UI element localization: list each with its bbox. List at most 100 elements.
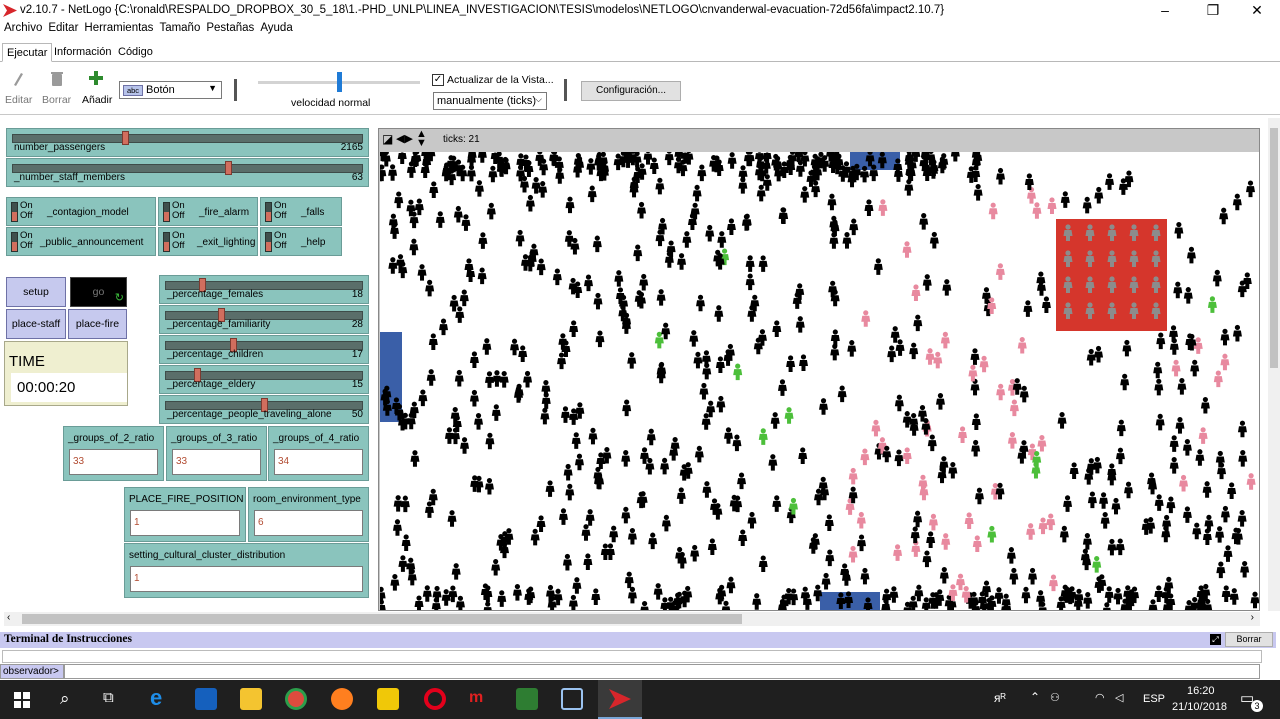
- input-field[interactable]: 6: [254, 510, 363, 536]
- tab-codigo[interactable]: Código: [114, 43, 157, 62]
- widget-type-select[interactable]: abc Botón ▼: [119, 81, 222, 99]
- command-input[interactable]: [64, 664, 1260, 679]
- agent-person: [919, 213, 929, 230]
- edge-icon[interactable]: e: [150, 687, 172, 710]
- agent-person: [491, 558, 501, 576]
- app-icon[interactable]: [377, 688, 399, 710]
- wifi-icon[interactable]: ◠: [1095, 691, 1105, 704]
- menu-tamano[interactable]: Tamaño: [159, 22, 200, 34]
- settings-button[interactable]: Configuración...: [581, 81, 681, 101]
- agent-person: [426, 369, 436, 386]
- agent-person: [483, 601, 492, 610]
- add-button[interactable]: Añadir: [82, 94, 112, 106]
- place-fire-button[interactable]: place-fire: [68, 309, 127, 339]
- place-staff-button[interactable]: place-staff: [6, 309, 66, 339]
- chrome-icon[interactable]: [285, 688, 307, 710]
- minimize-button[interactable]: –: [1142, 0, 1188, 22]
- switch-help[interactable]: On Off _help: [260, 227, 342, 256]
- slider-percentage-familiarity[interactable]: _percentage_familiarity 28: [159, 305, 369, 334]
- menu-archivo[interactable]: Archivo: [4, 22, 42, 34]
- arrows-vertical-icon[interactable]: ▲ ▼: [416, 129, 427, 149]
- task-view-icon[interactable]: ⧉: [103, 689, 114, 706]
- update-mode-select[interactable]: manualmente (ticks) ⌵: [433, 92, 547, 110]
- people-icon[interactable]: ᴙᴿ: [994, 691, 1006, 705]
- arrows-horizontal-icon[interactable]: ◀▶: [396, 132, 413, 145]
- agent-person: [690, 544, 700, 562]
- language-indicator[interactable]: ESP: [1143, 693, 1165, 705]
- close-button[interactable]: ✕: [1234, 0, 1280, 22]
- agent-person: [926, 531, 936, 548]
- slider-number-passengers[interactable]: number_passengers 2165: [6, 128, 369, 157]
- expand-icon[interactable]: ⤢: [1210, 634, 1221, 645]
- resize-icon[interactable]: ◪: [382, 132, 393, 146]
- agent-person: [439, 318, 449, 336]
- update-view-checkbox[interactable]: ✓: [432, 74, 444, 86]
- search-icon[interactable]: ⌕: [60, 689, 70, 709]
- world-canvas[interactable]: [380, 152, 1259, 610]
- menu-editar[interactable]: Editar: [48, 22, 78, 34]
- app-cube-icon[interactable]: [561, 688, 583, 710]
- scrollbar-thumb[interactable]: [22, 614, 742, 624]
- maximize-button[interactable]: ❐: [1190, 0, 1236, 22]
- agent-person: [1087, 491, 1097, 509]
- world-view[interactable]: ◪ ◀▶ ▲ ▼ ticks: 21: [378, 128, 1260, 611]
- input-field[interactable]: 33: [69, 449, 158, 475]
- menu-pestanas[interactable]: Pestañas: [206, 22, 254, 34]
- input-field[interactable]: 33: [172, 449, 261, 475]
- opera-icon[interactable]: [424, 688, 446, 710]
- switch-contagion-model[interactable]: On Off _contagion_model: [6, 197, 156, 226]
- slider-percentage-eldery[interactable]: _percentage_eldery 15: [159, 365, 369, 394]
- speed-slider-knob[interactable]: [337, 72, 342, 92]
- network-icon[interactable]: ⚇: [1050, 691, 1060, 704]
- agent-person: [1060, 191, 1070, 208]
- volume-icon[interactable]: ◁: [1115, 691, 1123, 704]
- agent-person: [380, 599, 386, 610]
- agent-person: [622, 399, 632, 417]
- agent-person: [970, 348, 980, 365]
- switch-fire-alarm[interactable]: On Off _fire_alarm: [158, 197, 258, 226]
- agent-person: [1124, 481, 1134, 499]
- go-button[interactable]: go ↻: [70, 277, 127, 307]
- slider-percentage-children[interactable]: _percentage_children 17: [159, 335, 369, 364]
- netlogo-taskbar-button[interactable]: [598, 680, 642, 719]
- tray-chevron-up-icon[interactable]: ⌃: [1030, 690, 1040, 704]
- horizontal-scrollbar[interactable]: ‹ ›: [4, 612, 1260, 626]
- menu-ayuda[interactable]: Ayuda: [260, 22, 292, 34]
- vertical-scrollbar[interactable]: [1268, 118, 1280, 611]
- tab-ejecutar[interactable]: Ejecutar: [2, 43, 53, 62]
- scrollbar-thumb[interactable]: [1270, 128, 1278, 368]
- delete-button[interactable]: Borrar: [42, 94, 71, 106]
- agent-person: [935, 393, 945, 410]
- agent-person: [536, 258, 546, 276]
- slider-percentage-females[interactable]: _percentage_females 18: [159, 275, 369, 304]
- switch-falls[interactable]: On Off _falls: [260, 197, 342, 226]
- agent-person: [485, 432, 495, 450]
- store-icon[interactable]: [195, 688, 217, 710]
- chevron-left-icon[interactable]: ‹: [7, 612, 10, 623]
- agent-person: [660, 457, 670, 475]
- agent-person: [587, 185, 597, 203]
- switch-public-announcement[interactable]: On Off _public_announcement: [6, 227, 156, 256]
- slider-number-staff-members[interactable]: _number_staff_members 63: [6, 158, 369, 187]
- clock-time[interactable]: 16:20: [1187, 685, 1215, 697]
- observer-selector[interactable]: observador>: [0, 664, 64, 679]
- clock-date[interactable]: 21/10/2018: [1172, 701, 1227, 713]
- chevron-right-icon[interactable]: ›: [1251, 612, 1254, 623]
- app-m-icon[interactable]: m: [469, 688, 491, 710]
- switch-exit-lighting[interactable]: On Off _exit_lighting: [158, 227, 258, 256]
- file-explorer-icon[interactable]: [240, 688, 262, 710]
- firefox-icon[interactable]: [331, 688, 353, 710]
- agent-person: [752, 593, 762, 610]
- clear-button[interactable]: Borrar: [1225, 632, 1273, 647]
- tab-informacion[interactable]: Información: [50, 43, 115, 62]
- app-flag-icon[interactable]: [516, 688, 538, 710]
- slider-percentage-people-traveling-alone[interactable]: _percentage_people_traveling_alone 50: [159, 395, 369, 424]
- windows-start-icon[interactable]: [14, 692, 30, 708]
- menu-herramientas[interactable]: Herramientas: [84, 22, 153, 34]
- input-field[interactable]: 1: [130, 566, 363, 592]
- input-field[interactable]: 1: [130, 510, 240, 536]
- agent-person: [707, 538, 717, 555]
- edit-button[interactable]: Editar: [5, 94, 32, 106]
- setup-button[interactable]: setup: [6, 277, 66, 307]
- input-field[interactable]: 34: [274, 449, 363, 475]
